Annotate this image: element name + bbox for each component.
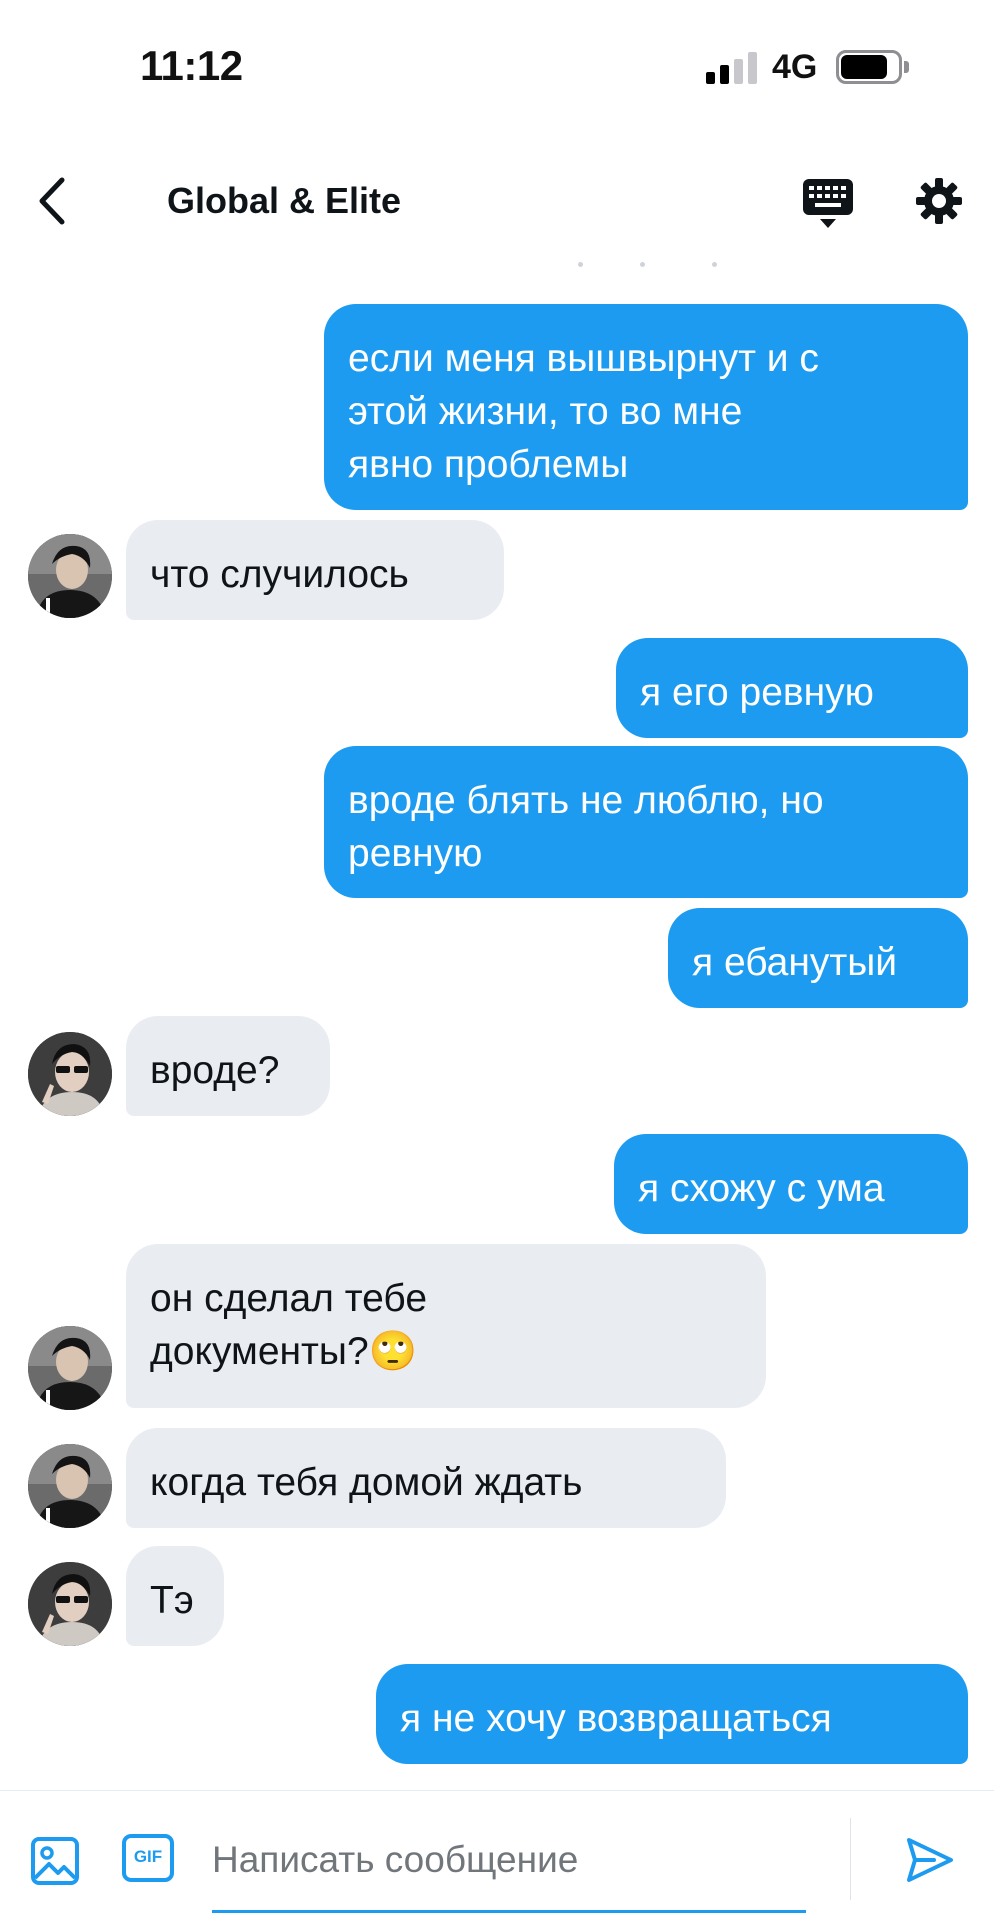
send-icon: [907, 1838, 953, 1882]
chevron-left-icon: [39, 177, 65, 225]
avatar-hoodie[interactable]: [28, 534, 112, 618]
battery-icon: [836, 50, 909, 84]
cellular-signal-icon: [706, 52, 758, 84]
gear-icon: [916, 178, 962, 224]
settings-button[interactable]: [914, 176, 964, 226]
keyboard-icon: [803, 179, 853, 228]
avatar-photo: [28, 534, 112, 618]
network-type: 4G: [772, 48, 818, 86]
input-underline: [212, 1910, 806, 1913]
gif-label: GIF: [133, 1847, 163, 1866]
message-bubble-outgoing[interactable]: вроде блять не люблю, но ревную: [324, 746, 968, 898]
message-input[interactable]: [212, 1820, 806, 1900]
add-photo-button[interactable]: [30, 1836, 80, 1886]
message-bubble-outgoing[interactable]: я его ревную: [616, 638, 968, 738]
avatar-sunglasses[interactable]: [28, 1562, 112, 1646]
message-bubble-outgoing[interactable]: я не хочу возвращаться: [376, 1664, 968, 1764]
chat-title[interactable]: Global & Elite: [167, 180, 401, 222]
message-bubble-incoming[interactable]: Тэ: [126, 1546, 224, 1646]
message-bubble-outgoing[interactable]: я ебанутый: [668, 908, 968, 1008]
message-bubble-outgoing[interactable]: если меня вышвырнут и с этой жизни, то в…: [324, 304, 968, 510]
message-bubble-incoming[interactable]: когда тебя домой ждать: [126, 1428, 726, 1528]
message-bubble-incoming[interactable]: что случилось: [126, 520, 504, 620]
avatar-photo: [28, 1326, 112, 1410]
back-button[interactable]: [30, 172, 80, 230]
status-time: 11:12: [140, 42, 243, 89]
composer-separator: [850, 1818, 851, 1900]
composer-divider: [0, 1790, 994, 1791]
avatar-photo: [28, 1562, 112, 1646]
avatar-photo: [28, 1032, 112, 1116]
send-button[interactable]: [904, 1834, 956, 1886]
avatar-photo: [28, 1444, 112, 1528]
avatar-hoodie[interactable]: [28, 1326, 112, 1410]
avatar-sunglasses[interactable]: [28, 1032, 112, 1116]
scroll-fade-dots: [578, 262, 718, 268]
message-bubble-outgoing[interactable]: я схожу с ума: [614, 1134, 968, 1234]
keyboard-button[interactable]: [800, 176, 856, 230]
chat-screen: 11:12 4G Global & Elite если меня вышвыр…: [0, 0, 994, 1920]
image-icon: [31, 1837, 79, 1885]
avatar-hoodie[interactable]: [28, 1444, 112, 1528]
message-bubble-incoming[interactable]: вроде?: [126, 1016, 330, 1116]
gif-button[interactable]: GIF: [122, 1834, 174, 1882]
message-bubble-incoming[interactable]: он сделал тебе документы?🙄: [126, 1244, 766, 1408]
